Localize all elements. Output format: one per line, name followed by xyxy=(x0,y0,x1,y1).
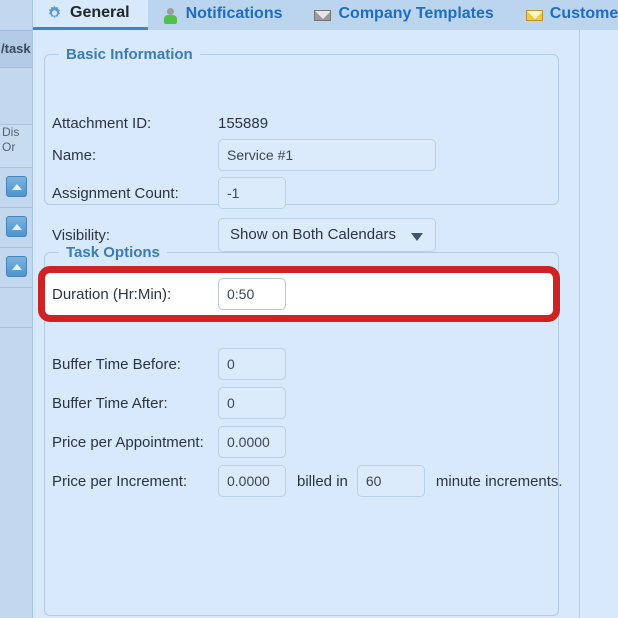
price-per-appointment-input[interactable]: 0.0000 xyxy=(218,426,286,458)
buffer-after-input[interactable]: 0 xyxy=(218,387,286,419)
tab-customer-templates[interactable]: Customer Ten xyxy=(512,0,618,30)
general-tab-panel: Basic Information Attachment ID: 155889 … xyxy=(32,30,580,618)
person-icon xyxy=(162,7,179,24)
buffer-before-label: Buffer Time Before: xyxy=(52,356,218,373)
left-panel-header: /task xyxy=(0,30,32,68)
move-up-icon[interactable] xyxy=(6,176,27,197)
left-panel-row xyxy=(0,168,32,208)
price-per-increment-label: Price per Increment: xyxy=(52,473,218,490)
right-side-panel xyxy=(581,30,618,618)
attachment-id-label: Attachment ID: xyxy=(52,115,218,132)
envelope-icon xyxy=(314,7,331,24)
attachment-id-row: Attachment ID: 155889 xyxy=(52,106,268,140)
tab-company-templates-label: Company Templates xyxy=(338,5,493,23)
assignment-count-label: Assignment Count: xyxy=(52,185,218,202)
tab-company-templates[interactable]: Company Templates xyxy=(300,0,511,30)
tab-bar: General Notifications Company Templates xyxy=(32,0,618,30)
left-panel-column-header: Dis Or xyxy=(0,124,32,168)
gear-icon xyxy=(46,5,63,22)
chevron-down-icon xyxy=(411,233,423,241)
task-options-legend: Task Options xyxy=(59,244,167,261)
tab-general[interactable]: General xyxy=(32,0,148,30)
tab-customer-templates-label: Customer Ten xyxy=(550,5,618,23)
buffer-after-label: Buffer Time After: xyxy=(52,395,218,412)
price-per-increment-input[interactable]: 0.0000 xyxy=(218,465,286,497)
name-label: Name: xyxy=(52,147,218,164)
left-panel-header-text: /task xyxy=(0,31,32,56)
attachment-id-value: 155889 xyxy=(218,115,268,132)
app-window: /task Dis Or General xyxy=(0,0,618,618)
envelope-icon xyxy=(526,7,543,24)
name-row: Name: Service #1 xyxy=(52,138,436,172)
tab-list: General Notifications Company Templates xyxy=(32,0,618,30)
price-per-appointment-label: Price per Appointment: xyxy=(52,434,218,451)
main-content: Basic Information Attachment ID: 155889 … xyxy=(32,30,618,618)
tab-general-label: General xyxy=(70,4,130,22)
assignment-count-row: Assignment Count: -1 xyxy=(52,176,286,210)
buffer-before-input[interactable]: 0 xyxy=(218,348,286,380)
move-up-icon[interactable] xyxy=(6,216,27,237)
minute-increments-label: minute increments. xyxy=(436,473,563,490)
duration-input[interactable]: 0:50 xyxy=(218,278,286,310)
assignment-count-input[interactable]: -1 xyxy=(218,177,286,209)
tab-notifications[interactable]: Notifications xyxy=(148,0,301,30)
price-per-increment-row: Price per Increment: 0.0000 billed in 60… xyxy=(52,464,563,498)
buffer-after-row: Buffer Time After: 0 xyxy=(52,386,286,420)
name-input[interactable]: Service #1 xyxy=(218,139,436,171)
left-panel-row xyxy=(0,248,32,288)
buffer-before-row: Buffer Time Before: 0 xyxy=(52,347,286,381)
basic-information-legend: Basic Information xyxy=(59,46,200,63)
duration-row: Duration (Hr:Min): 0:50 xyxy=(52,278,286,310)
visibility-select-value: Show on Both Calendars xyxy=(230,226,396,243)
left-panel-column-header-line1: Dis xyxy=(0,125,32,140)
price-per-appointment-row: Price per Appointment: 0.0000 xyxy=(52,425,286,459)
duration-label: Duration (Hr:Min): xyxy=(52,286,218,303)
left-panel-row xyxy=(0,208,32,248)
increment-minutes-input[interactable]: 60 xyxy=(357,465,425,497)
visibility-label: Visibility: xyxy=(52,227,218,244)
left-panel-column-header-line2: Or xyxy=(0,140,32,155)
left-side-panel: /task Dis Or xyxy=(0,0,33,618)
billed-in-label: billed in xyxy=(297,473,348,490)
tab-notifications-label: Notifications xyxy=(186,5,283,23)
left-panel-row xyxy=(0,288,32,328)
move-up-icon[interactable] xyxy=(6,256,27,277)
